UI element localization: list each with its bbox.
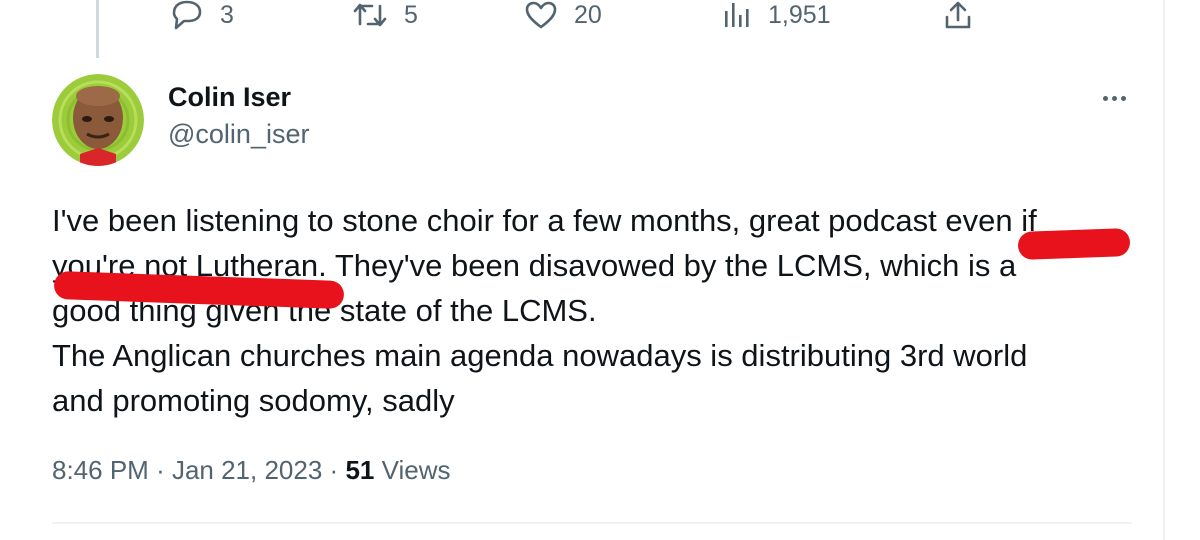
tweet-line: The Anglican churches main agenda nowada… xyxy=(52,338,1028,373)
tweet-line: I've been listening to stone choir for a… xyxy=(52,203,1037,238)
reply-bubble-icon xyxy=(170,0,204,30)
reply-count: 3 xyxy=(220,0,234,29)
tweet-date[interactable]: Jan 21, 2023 xyxy=(172,455,322,485)
author-handle[interactable]: @colin_iser xyxy=(168,119,309,150)
divider xyxy=(52,522,1132,524)
tweet-text: I've been listening to stone choir for a… xyxy=(52,198,1137,423)
tweet-meta: 8:46 PM · Jan 21, 2023 · 51 Views xyxy=(52,455,451,485)
like-button[interactable]: 20 xyxy=(524,0,602,30)
heart-icon xyxy=(524,0,558,30)
more-dots-icon[interactable] xyxy=(1094,84,1134,112)
bar-chart-icon xyxy=(722,0,752,30)
share-button[interactable] xyxy=(943,0,973,30)
retweet-icon xyxy=(352,0,388,30)
reply-button[interactable]: 3 xyxy=(170,0,234,30)
tweet-line: and promoting sodomy, sadly xyxy=(52,383,455,418)
redaction-mark xyxy=(1017,228,1131,260)
like-count: 20 xyxy=(574,0,602,29)
views-label: Views xyxy=(381,455,451,485)
views-count: 1,951 xyxy=(768,0,831,29)
author-name[interactable]: Colin Iser xyxy=(168,82,291,113)
avatar[interactable] xyxy=(52,74,144,166)
tweet-time[interactable]: 8:46 PM xyxy=(52,455,149,485)
timeline-border xyxy=(1163,0,1165,540)
share-upload-icon xyxy=(943,0,973,30)
views-total[interactable]: 51 xyxy=(345,455,374,485)
retweet-button[interactable]: 5 xyxy=(352,0,418,30)
views-button[interactable]: 1,951 xyxy=(722,0,831,30)
retweet-count: 5 xyxy=(404,0,418,29)
thread-connector-line xyxy=(96,0,99,58)
